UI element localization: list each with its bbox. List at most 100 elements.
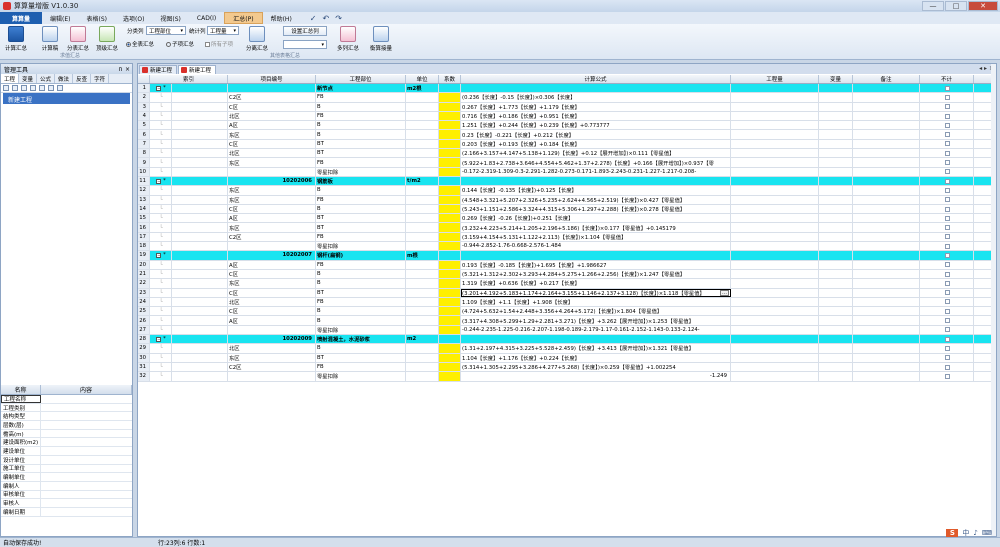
copy-icon[interactable] — [21, 85, 27, 91]
property-value[interactable] — [41, 456, 132, 464]
exclude-checkbox[interactable] — [944, 94, 950, 100]
code-cell[interactable]: 10202006 — [228, 176, 316, 186]
up-icon[interactable] — [48, 85, 54, 91]
unit-cell[interactable] — [406, 102, 439, 111]
summary-col-select[interactable] — [283, 40, 327, 49]
exclude-checkbox[interactable] — [944, 113, 950, 119]
table-row[interactable]: 27 └ 零星扣除 -0.244-2.235-1.225-0.216-2.207-1.… — [138, 325, 996, 336]
exclude-cell[interactable] — [920, 344, 974, 353]
part-cell[interactable]: B — [316, 130, 406, 139]
multi-col-total-button[interactable]: 多列汇总 — [334, 26, 362, 52]
set-summary-col-button[interactable]: 设置汇总列 — [283, 26, 327, 36]
exclude-checkbox[interactable] — [944, 215, 950, 221]
exclude-checkbox[interactable] — [944, 132, 950, 138]
index-cell[interactable] — [172, 362, 228, 372]
table-row[interactable]: 10 └ 零星扣除 -0.172-2.319-1.309-0.3-2.291-1.28… — [138, 167, 996, 177]
index-cell[interactable] — [172, 130, 228, 139]
row-number[interactable]: 19 — [138, 251, 150, 260]
tree-cell[interactable]: └ — [150, 279, 172, 288]
exclude-checkbox[interactable] — [944, 225, 950, 231]
quantity-cell[interactable] — [731, 204, 819, 214]
coef-cell[interactable] — [439, 102, 461, 111]
table-row[interactable]: 28− * 10202009 喷射混凝土，水泥砂浆 m2 — [138, 335, 996, 345]
coef-cell[interactable] — [439, 251, 461, 260]
variable-cell[interactable] — [819, 260, 853, 269]
code-cell[interactable]: 10202007 — [228, 251, 316, 260]
code-cell[interactable] — [228, 325, 316, 335]
code-cell[interactable]: 北区 — [228, 111, 316, 121]
remark-cell[interactable] — [853, 158, 920, 167]
code-cell[interactable]: A区 — [228, 260, 316, 269]
property-row[interactable]: 审核人 — [1, 499, 132, 508]
exclude-cell[interactable] — [920, 316, 974, 325]
unit-cell[interactable] — [406, 372, 439, 381]
panel-close-icon[interactable]: × — [125, 66, 130, 73]
remark-cell[interactable] — [853, 269, 920, 279]
exclude-cell[interactable] — [920, 195, 974, 204]
index-cell[interactable] — [172, 84, 228, 93]
row-number[interactable]: 12 — [138, 186, 150, 195]
table-row[interactable]: 20 └ A区 FB 0.193【长度】-0.185【长度】)+1.695【长度】+1.… — [138, 260, 996, 270]
table-row[interactable]: 13 └ 东区 FB (4.548+3.321+5.207+2.326+5.235+2.… — [138, 195, 996, 205]
coef-cell[interactable] — [439, 186, 461, 195]
tree-cell[interactable]: └ — [150, 121, 172, 130]
index-cell[interactable] — [172, 195, 228, 204]
tree-cell[interactable]: └ — [150, 232, 172, 242]
formula-cell[interactable]: (5.922+1.83+2.738+3.646+4.554+5.462+1.37… — [461, 158, 731, 167]
exclude-checkbox[interactable] — [944, 122, 950, 128]
variable-cell[interactable] — [819, 167, 853, 176]
exclude-checkbox[interactable] — [944, 252, 950, 258]
variable-cell[interactable] — [819, 325, 853, 335]
tree-cell[interactable]: └ — [150, 102, 172, 111]
part-cell[interactable]: FB — [316, 362, 406, 372]
menu-summary[interactable]: 汇总(P) — [224, 12, 263, 24]
quantity-cell[interactable] — [731, 176, 819, 186]
part-cell[interactable]: B — [316, 186, 406, 195]
table-row[interactable]: 9 └ 东区 FB (5.922+1.83+2.738+3.646+4.554+5.46… — [138, 158, 996, 168]
exclude-checkbox[interactable] — [944, 355, 950, 361]
exclude-checkbox[interactable] — [944, 299, 950, 305]
formula-cell[interactable]: (3.317+4.308+5.299+1.29+2.281+3.271)【长度】… — [461, 316, 731, 325]
unit-cell[interactable] — [406, 214, 439, 223]
quantity-cell[interactable] — [731, 232, 819, 242]
unit-cell[interactable] — [406, 344, 439, 353]
exclude-checkbox[interactable] — [944, 197, 950, 203]
calc-total-button[interactable]: 计算汇总 — [2, 26, 30, 52]
tree-cell[interactable]: └ — [150, 167, 172, 176]
row-number[interactable]: 18 — [138, 242, 150, 251]
coef-cell[interactable] — [439, 316, 461, 325]
property-value[interactable] — [41, 421, 132, 429]
quantity-cell[interactable] — [731, 84, 819, 93]
code-cell[interactable]: A区 — [228, 121, 316, 130]
code-cell[interactable]: 东区 — [228, 195, 316, 204]
unit-cell[interactable]: m根 — [406, 251, 439, 260]
table-row[interactable]: 21 └ C区 B (5.321+1.312+2.302+3.293+4.284+5.2… — [138, 269, 996, 280]
part-cell[interactable]: 钢筋板 — [316, 176, 406, 186]
collapse-icon[interactable]: − — [156, 85, 162, 91]
quantity-cell[interactable] — [731, 242, 819, 251]
coef-cell[interactable] — [439, 242, 461, 251]
tree-item-project[interactable]: 新建工程 — [3, 93, 130, 104]
open-icon[interactable] — [12, 85, 18, 91]
code-cell[interactable]: A区 — [228, 316, 316, 325]
column-header[interactable]: 不计 — [920, 75, 974, 83]
index-cell[interactable] — [172, 167, 228, 176]
remark-cell[interactable] — [853, 232, 920, 242]
part-cell[interactable]: FB — [316, 195, 406, 204]
coef-cell[interactable] — [439, 121, 461, 130]
table-row[interactable]: 19− * 10202007 钢杆(扁钢) m根 — [138, 251, 996, 261]
exclude-cell[interactable] — [920, 269, 974, 279]
exclude-checkbox[interactable] — [944, 280, 950, 286]
remark-cell[interactable] — [853, 251, 920, 260]
part-cell[interactable]: BT — [316, 149, 406, 158]
formula-cell[interactable]: (5.314+1.305+2.295+3.286+4.277+5.268)【长度… — [461, 362, 731, 372]
unit-cell[interactable] — [406, 111, 439, 121]
index-cell[interactable] — [172, 158, 228, 167]
property-row[interactable]: 编制人 — [1, 481, 132, 491]
quantity-cell[interactable] — [731, 279, 819, 288]
menu-table[interactable]: 表格(S) — [79, 12, 116, 24]
exclude-cell[interactable] — [920, 102, 974, 111]
index-cell[interactable] — [172, 251, 228, 260]
formula-cell[interactable]: (3.201+4.192+5.183+1.174+2.164+3.155+1.1… — [461, 288, 731, 297]
code-cell[interactable]: C区 — [228, 139, 316, 149]
